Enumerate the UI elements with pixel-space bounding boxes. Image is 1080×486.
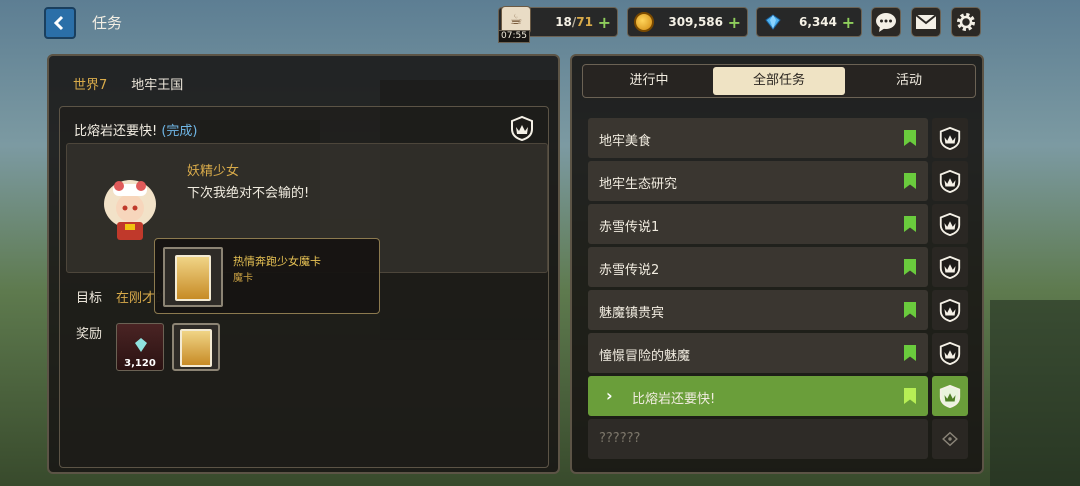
diamond-icon xyxy=(765,14,781,30)
quest-list-panel: 进行中 全部任务 活动 地牢美食地牢生态研究 赤雪传说1 赤雪传说2 魅魔镇贵宾憧憬冒… xyxy=(570,54,984,474)
gold-counter: 309,586 + xyxy=(627,7,748,37)
tab-all-quests[interactable]: 全部任务 xyxy=(713,67,845,95)
reward-card-slot[interactable] xyxy=(172,323,220,371)
quest-row-label: ?????? xyxy=(599,431,641,446)
tooltip-item-type: 魔卡 xyxy=(233,273,253,284)
reward-tooltip: 热情奔跑少女魔卡 魔卡 xyxy=(154,238,380,314)
add-stamina-button[interactable]: + xyxy=(598,13,611,32)
chevron-left-icon xyxy=(53,15,64,31)
crown-shield-icon xyxy=(939,169,961,193)
quest-row[interactable]: 赤雪传说1 xyxy=(588,204,968,244)
quest-emblem-button[interactable] xyxy=(932,161,968,201)
quest-row-label: 比熔岩还要快! xyxy=(632,392,716,407)
stamina-timer: 07:55 xyxy=(498,30,530,43)
bookmark-icon[interactable] xyxy=(904,388,916,404)
reward-gem-slot[interactable]: 3,120 xyxy=(116,323,164,371)
quest-row[interactable]: 赤雪传说2 xyxy=(588,247,968,287)
quest-emblem-button[interactable] xyxy=(932,118,968,158)
fairy-girl-portrait xyxy=(104,180,156,240)
back-button[interactable] xyxy=(44,7,76,39)
crown-shield-icon xyxy=(939,212,961,236)
goal-label: 目标 xyxy=(76,291,103,306)
quest-emblem-button[interactable] xyxy=(932,204,968,244)
npc-name: 妖精少女 xyxy=(187,164,240,179)
envelope-icon xyxy=(915,14,937,29)
quest-row-label: 赤雪传说1 xyxy=(599,220,660,235)
quest-row-main[interactable]: ?????? xyxy=(588,419,928,459)
gem-counter: 6,344 + xyxy=(756,7,862,37)
breadcrumb-realm: 地牢王国 xyxy=(131,78,184,93)
quest-row-label: 地牢生态研究 xyxy=(599,177,678,192)
bookmark-icon[interactable] xyxy=(904,130,916,146)
quest-status: (完成) xyxy=(161,124,198,139)
quest-row-main[interactable]: 地牢美食 xyxy=(588,118,928,158)
quest-tabs: 进行中 全部任务 活动 xyxy=(582,64,976,98)
tooltip-card-thumb xyxy=(163,247,223,307)
quest-row[interactable]: › 比熔岩还要快! xyxy=(588,376,968,416)
chat-button[interactable] xyxy=(871,7,901,37)
quest-row[interactable]: 魅魔镇贵宾 xyxy=(588,290,968,330)
quest-emblem-button[interactable] xyxy=(932,247,968,287)
quest-title: 比熔岩还要快! (完成) xyxy=(74,124,198,139)
quest-emblem-button[interactable] xyxy=(932,419,968,459)
quest-emblem-button[interactable] xyxy=(932,376,968,416)
breadcrumb: 世界7 地牢王国 xyxy=(73,74,183,93)
crown-shield-icon xyxy=(939,384,961,408)
quest-emblem-button[interactable] xyxy=(932,290,968,330)
npc-dialog-text: 下次我绝对不会输的! xyxy=(187,186,310,201)
breadcrumb-world: 世界7 xyxy=(73,78,108,93)
mail-button[interactable] xyxy=(911,7,941,37)
chat-bubble-icon xyxy=(876,13,896,32)
bookmark-icon[interactable] xyxy=(904,216,916,232)
quest-row[interactable]: ?????? xyxy=(588,419,968,459)
bookmark-icon[interactable] xyxy=(904,302,916,318)
settings-button[interactable] xyxy=(951,7,981,37)
add-gems-button[interactable]: + xyxy=(842,13,855,32)
quest-emblem-button[interactable] xyxy=(932,333,968,373)
magic-card-image xyxy=(180,329,212,367)
reward-gem-count: 3,120 xyxy=(124,358,156,369)
background-block xyxy=(990,300,1080,486)
quest-row-main[interactable]: 魅魔镇贵宾 xyxy=(588,290,928,330)
quest-row-main[interactable]: 赤雪传说1 xyxy=(588,204,928,244)
tab-in-progress[interactable]: 进行中 xyxy=(587,67,711,95)
chevron-right-icon: › xyxy=(606,386,613,405)
gold-coin-icon xyxy=(634,12,654,32)
bookmark-icon[interactable] xyxy=(904,173,916,189)
magic-card-image xyxy=(175,255,211,301)
bookmark-icon[interactable] xyxy=(904,259,916,275)
page-title: 任务 xyxy=(92,14,123,32)
quest-row-main[interactable]: 憧憬冒险的魅魔 xyxy=(588,333,928,373)
gear-icon xyxy=(957,13,975,31)
tab-events[interactable]: 活动 xyxy=(847,67,971,95)
reward-label: 奖励 xyxy=(76,327,103,342)
crown-shield-icon xyxy=(939,126,961,150)
quest-row-label: 赤雪传说2 xyxy=(599,263,660,278)
quest-row-main[interactable]: 地牢生态研究 xyxy=(588,161,928,201)
quest-row-label: 魅魔镇贵宾 xyxy=(599,306,665,321)
add-gold-button[interactable]: + xyxy=(728,13,741,32)
crown-shield-icon[interactable] xyxy=(508,115,536,141)
quest-row-main[interactable]: › 比熔岩还要快! xyxy=(588,376,928,416)
quest-row-label: 憧憬冒险的魅魔 xyxy=(599,349,691,364)
gem-icon xyxy=(135,338,147,352)
tooltip-item-name: 热情奔跑少女魔卡 xyxy=(233,255,321,268)
quest-row-main[interactable]: 赤雪传说2 xyxy=(588,247,928,287)
crown-shield-icon xyxy=(939,298,961,322)
diamond-outline-icon xyxy=(942,431,958,447)
quest-row[interactable]: 地牢美食 xyxy=(588,118,968,158)
bookmark-icon[interactable] xyxy=(904,345,916,361)
quest-row[interactable]: 地牢生态研究 xyxy=(588,161,968,201)
crown-shield-icon xyxy=(939,255,961,279)
quest-row-label: 地牢美食 xyxy=(599,134,652,149)
quest-row[interactable]: 憧憬冒险的魅魔 xyxy=(588,333,968,373)
crown-shield-icon xyxy=(939,341,961,365)
